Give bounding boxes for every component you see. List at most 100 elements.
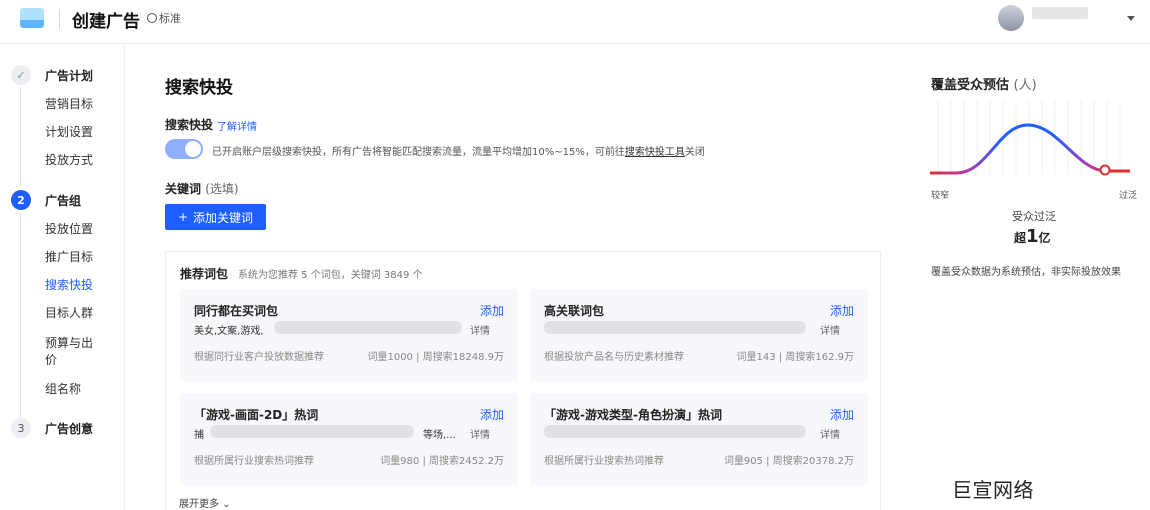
sidebar-item-label: 价 [45,353,58,367]
sidebar-item-plan-settings[interactable]: 计划设置 [45,124,93,141]
card-title: 高关联词包 [544,304,605,318]
add-pack-button[interactable]: 添加 [830,406,854,423]
keywords-label: 关键词 (选填) [165,180,239,197]
keyword-pack-card: 「游戏-画面-2D」热词 添加 捕 等场,... 详情 根据所属行业搜索热词推荐… [180,393,518,485]
add-pack-button[interactable]: 添加 [830,302,854,319]
search-quick-label: 搜索快投 [165,118,214,132]
keywords-label-text: 关键词 [165,182,202,196]
panel-subtitle: 系统为您推荐 5 个词包，关键词 3849 个 [238,270,423,281]
search-quick-toggle[interactable] [165,139,203,159]
chevron-down-icon: ⌄ [222,499,231,510]
keyword-pack-card: 同行都在买词包 添加 美女,文案,游戏, 详情 根据同行业客户投放数据推荐 词量… [180,289,518,381]
expand-more-label: 展开更多 [179,499,219,510]
sidebar-item-group-name[interactable]: 组名称 [45,381,81,398]
add-keyword-label: 添加关键词 [193,210,254,225]
sidebar-item-audience[interactable]: 目标人群 [45,305,93,322]
estimate-note: 覆盖受众数据为系统预估，非实际投放效果 [931,267,1121,278]
toggle-knob [185,141,201,157]
divider [59,9,60,29]
detail-link[interactable]: 详情 [820,322,840,337]
keyword-pack-card: 「游戏-游戏类型-角色扮演」热词 添加 详情 根据所属行业搜索热词推荐 词量90… [530,393,868,485]
redacted-keywords [544,321,806,334]
step-ad-group[interactable]: 2 广告组 [11,190,81,210]
detail-link[interactable]: 详情 [470,426,490,441]
estimate-prefix: 超 [1014,231,1027,245]
card-source: 根据投放产品名与历史素材推荐 [544,352,684,363]
estimate-value: 1 [1026,226,1039,247]
redacted-keywords [544,425,806,438]
axis-narrow-label: 较窄 [931,191,950,201]
card-stats: 词量1000 | 周搜索18248.9万 [367,352,504,363]
gauge-marker [1099,164,1111,176]
step-connector [20,87,21,187]
sidebar-item-marketing-goal[interactable]: 营销目标 [45,96,93,113]
card-keywords: 捕 [194,430,204,441]
top-bar: 创建广告 标准 [0,0,1150,44]
circle-icon [147,13,157,23]
step-label: 广告创意 [45,421,94,436]
detail-link[interactable]: 详情 [820,426,840,441]
sidebar-item-search-quick[interactable]: 搜索快投 [45,277,93,294]
step-connector [20,212,21,421]
audience-estimate-title: 覆盖受众预估 (人) [931,74,1037,93]
step-label: 广告组 [45,193,82,208]
card-source: 根据同行业客户投放数据推荐 [194,352,324,363]
axis-broad-label: 过泛 [1119,191,1138,201]
keyword-pack-card: 高关联词包 添加 详情 根据投放产品名与历史素材推荐 词量143 | 周搜索16… [530,289,868,381]
sidebar-item-budget[interactable]: 预算与出 价 [45,335,93,369]
chevron-down-icon[interactable] [1127,16,1135,21]
card-source: 根据所属行业搜索热词推荐 [194,456,314,467]
redacted-keywords [210,425,414,438]
toggle-desc-text: 已开启账户层级搜索快投，所有广告将智能匹配搜索流量，流量平均增加10%~15%，… [212,147,625,158]
search-tool-link[interactable]: 搜索快投工具 [625,147,685,158]
username-redacted[interactable] [1032,7,1088,19]
audience-title-text: 覆盖受众预估 [931,78,1010,93]
sidebar-item-promo-target[interactable]: 推广目标 [45,249,93,266]
toggle-description: 已开启账户层级搜索快投，所有广告将智能匹配搜索流量，流量平均增加10%~15%，… [212,143,705,158]
sidebar-item-placement[interactable]: 投放位置 [45,221,93,238]
keywords-optional: (选填) [205,182,239,196]
sidebar-item-label: 预算与出 [45,336,94,350]
expand-more-button[interactable]: 展开更多 ⌄ [179,495,231,510]
step-ad-plan[interactable]: ✓ 广告计划 [11,65,93,85]
check-icon: ✓ [11,65,31,85]
panel-title: 推荐词包 [180,267,229,281]
add-pack-button[interactable]: 添加 [480,302,504,319]
audience-unit: (人) [1013,78,1037,93]
add-pack-button[interactable]: 添加 [480,406,504,423]
card-keywords-tail: 等场,... [423,430,456,441]
audience-state: 受众过泛 [1012,210,1056,223]
step-label: 广告计划 [45,68,94,83]
gauge-gridlines [937,100,1121,175]
plus-icon: + [177,210,189,224]
card-title: 「游戏-画面-2D」热词 [194,408,319,422]
sidebar: ✓ 广告计划 营销目标 计划设置 投放方式 2 广告组 投放位置 推广目标 搜索… [0,45,125,510]
step-number: 3 [11,418,31,438]
sidebar-item-delivery-mode[interactable]: 投放方式 [45,152,93,169]
card-title: 「游戏-游戏类型-角色扮演」热词 [544,408,722,422]
card-keywords: 美女,文案,游戏, [194,326,264,337]
logo-icon[interactable] [20,8,44,30]
card-title: 同行都在买词包 [194,304,279,318]
card-stats: 词量980 | 周搜索2452.2万 [380,456,504,467]
toggle-desc-end: 关闭 [684,147,705,158]
add-keyword-button[interactable]: + 添加关键词 [165,204,266,230]
badge-label: 标准 [159,12,181,25]
step-number: 2 [11,190,31,210]
card-source: 根据所属行业搜索热词推荐 [544,456,664,467]
detail-link[interactable]: 详情 [470,322,490,337]
page-title: 创建广告 [72,12,140,32]
avatar[interactable] [998,5,1024,31]
watermark: 巨宣网络 [952,478,1034,502]
step-ad-creative[interactable]: 3 广告创意 [11,418,93,438]
learn-more-link[interactable]: 了解详情 [217,118,257,133]
recommended-packs-panel: 推荐词包 系统为您推荐 5 个词包，关键词 3849 个 同行都在买词包 添加 … [165,251,881,510]
section-title: 搜索快投 [165,78,233,98]
card-stats: 词量905 | 周搜索20378.2万 [723,456,854,467]
estimate-unit: 亿 [1038,231,1051,245]
audience-gauge-chart [930,100,1130,176]
audience-estimate: 超1亿 [1014,226,1051,247]
card-stats: 词量143 | 周搜索162.9万 [736,352,854,363]
standard-badge: 标准 [147,10,181,26]
redacted-keywords [274,321,462,334]
